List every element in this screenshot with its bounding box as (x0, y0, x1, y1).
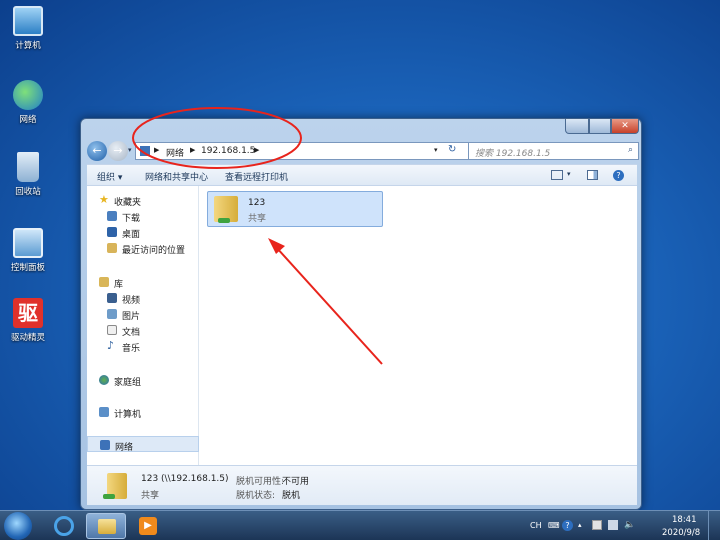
media-player-icon: ▶ (139, 517, 157, 535)
clock-date[interactable]: 2020/9/8 (662, 528, 700, 538)
taskbar-ie-button[interactable] (44, 513, 84, 539)
taskbar: ▶ CH ⌨ ? ▴ 🔈 18:41 2020/9/8 (0, 510, 720, 540)
annotation-ellipse (132, 107, 302, 169)
network-tray-icon[interactable] (608, 520, 618, 530)
taskbar-media-player-button[interactable]: ▶ (128, 513, 168, 539)
annotation-arrow-line (275, 246, 383, 365)
annotation-arrowhead (268, 238, 285, 254)
internet-explorer-icon (54, 516, 74, 536)
clock-time[interactable]: 18:41 (672, 515, 697, 525)
start-button[interactable] (4, 512, 32, 540)
action-center-icon[interactable] (592, 520, 602, 530)
annotation-overlay (132, 107, 383, 365)
help-tray-icon[interactable]: ? (562, 520, 573, 531)
taskbar-explorer-button[interactable] (86, 513, 126, 539)
folder-icon (98, 519, 116, 534)
keyboard-icon[interactable]: ⌨ (548, 521, 560, 530)
tray-arrow-icon[interactable]: ▴ (578, 521, 582, 529)
show-desktop-button[interactable] (708, 511, 720, 540)
volume-icon[interactable]: 🔈 (624, 520, 635, 530)
input-language-indicator[interactable]: CH (530, 521, 542, 530)
